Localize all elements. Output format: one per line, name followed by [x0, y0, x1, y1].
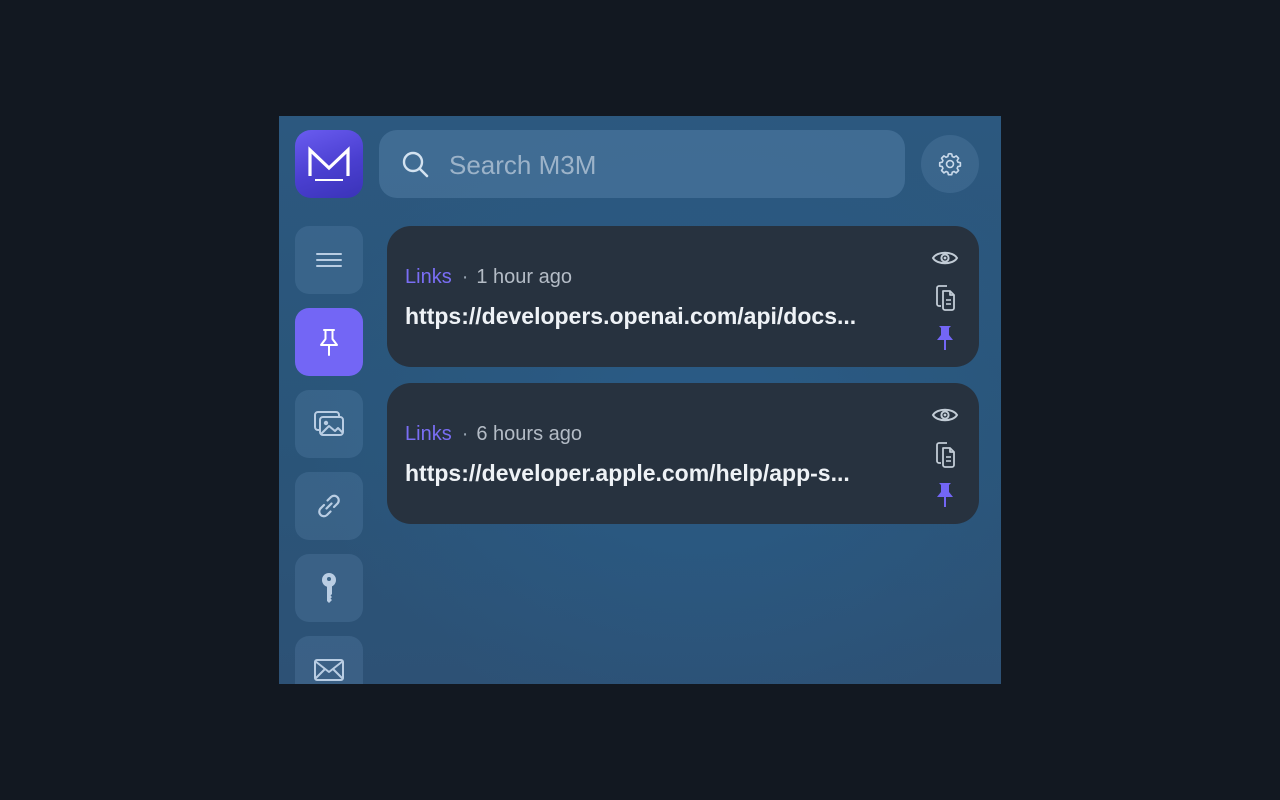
eye-icon	[931, 251, 959, 265]
menu-icon	[316, 253, 342, 267]
sidebar-item-all[interactable]	[295, 226, 363, 294]
gear-icon	[938, 152, 962, 176]
clipboard-list: Links · 1 hour ago https://developers.open…	[387, 226, 979, 540]
item-timestamp: 1 hour ago	[476, 266, 573, 288]
meta-separator: ·	[461, 423, 469, 445]
copy-icon	[936, 442, 955, 468]
search-icon	[402, 151, 429, 178]
item-timestamp: 6 hours ago	[476, 423, 583, 445]
link-icon	[318, 494, 340, 518]
mail-icon	[314, 659, 344, 681]
app-logo[interactable]	[295, 130, 363, 198]
item-actions	[929, 399, 961, 519]
item-meta: Links · 1 hour ago	[405, 265, 572, 289]
pin-button[interactable]	[929, 479, 961, 511]
item-url[interactable]: https://developer.apple.com/help/app-s..…	[405, 459, 885, 487]
settings-button[interactable]	[921, 135, 979, 193]
sidebar-item-passwords[interactable]	[295, 554, 363, 622]
item-category[interactable]: Links	[405, 423, 452, 445]
images-icon	[314, 411, 344, 436]
preview-button[interactable]	[929, 242, 961, 274]
list-item[interactable]: Links · 1 hour ago https://developers.open…	[387, 226, 979, 367]
pin-icon	[320, 329, 338, 356]
sidebar-item-images[interactable]	[295, 390, 363, 458]
sidebar-item-links[interactable]	[295, 472, 363, 540]
app-window: Links · 1 hour ago https://developers.open…	[279, 116, 1001, 684]
list-item[interactable]: Links · 6 hours ago https://developer.appl…	[387, 383, 979, 524]
item-meta: Links · 6 hours ago	[405, 422, 582, 446]
pin-button[interactable]	[929, 322, 961, 354]
sidebar-item-pinned[interactable]	[295, 308, 363, 376]
item-category[interactable]: Links	[405, 266, 452, 288]
eye-icon	[931, 408, 959, 422]
copy-icon	[936, 285, 955, 311]
search-input[interactable]	[447, 130, 891, 200]
search-bar	[379, 130, 905, 200]
meta-separator: ·	[461, 266, 469, 288]
item-actions	[929, 242, 961, 362]
pin-icon	[937, 483, 953, 507]
copy-button[interactable]	[929, 282, 961, 314]
sidebar-item-email[interactable]	[295, 636, 363, 684]
preview-button[interactable]	[929, 399, 961, 431]
sidebar	[295, 226, 363, 684]
pin-icon	[937, 326, 953, 350]
copy-button[interactable]	[929, 439, 961, 471]
key-icon	[322, 573, 336, 603]
m-logo-icon	[308, 146, 350, 181]
item-url[interactable]: https://developers.openai.com/api/docs..…	[405, 302, 885, 330]
